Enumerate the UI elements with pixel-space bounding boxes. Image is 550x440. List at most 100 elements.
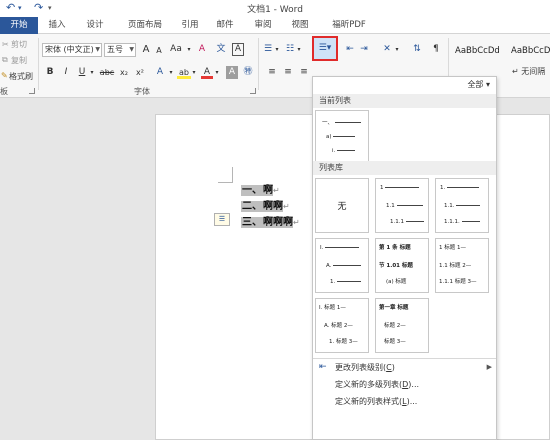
change-case-button[interactable]: Aa [168, 43, 184, 56]
chevron-down-icon[interactable]: ▾ [274, 43, 280, 56]
style-no-spacing-preview[interactable]: AaBbCcDd [508, 40, 550, 62]
font-size-combo[interactable]: 五号 ▼ [104, 43, 136, 57]
autocorrect-options-icon[interactable]: ☰ [214, 213, 230, 226]
copy-button[interactable]: 复制 [11, 55, 27, 66]
underline-button[interactable]: U [76, 66, 88, 79]
format-painter-icon: ✎ [1, 71, 8, 80]
thumb-number: I. 标题 1— [319, 305, 346, 311]
list-text: 啊啊啊 [263, 217, 293, 228]
thumb-row: 1.1.1. [444, 218, 480, 226]
list-text: 啊 [263, 185, 273, 196]
cut-button[interactable]: 剪切 [11, 39, 27, 50]
list-number: 二、 [241, 201, 263, 212]
tab-home[interactable]: 开始 [0, 17, 38, 34]
tab-foxit-pdf[interactable]: 福昕PDF [322, 19, 376, 34]
thumb-number: A. [326, 263, 332, 269]
list-style-heading-decimal[interactable]: 1 标题 1— 1.1 标题 2— 1.1.1 标题 3— [435, 238, 489, 293]
tab-design[interactable]: 设计 [78, 19, 112, 34]
list-item[interactable]: 二、啊啊↵ [241, 200, 290, 213]
chinese-layout-icon[interactable]: ✕ [380, 43, 394, 56]
thumb-row: I. [320, 244, 360, 252]
increase-indent-icon[interactable]: ⇥ [358, 43, 370, 56]
thumb-number: 第 1 条 标题 [379, 245, 411, 251]
sort-icon[interactable]: ⇅ [410, 43, 424, 56]
current-list-thumbnail[interactable]: 一、 a) i. [315, 110, 369, 165]
font-family-combo[interactable]: 宋体 (中文正) ▼ [42, 43, 102, 57]
align-right-icon[interactable]: ≡ [298, 66, 310, 79]
chevron-down-icon[interactable]: ▾ [186, 43, 192, 56]
bullets-icon[interactable]: ☰ [262, 43, 274, 56]
chevron-down-icon[interactable]: ▾ [394, 43, 400, 56]
change-list-level-item[interactable]: ⇤ 更改列表级别(C) ▶ [313, 359, 496, 376]
tab-page-layout[interactable]: 页面布局 [118, 19, 172, 34]
font-color-button[interactable]: A [201, 66, 213, 79]
group-divider [38, 38, 39, 90]
tab-mailings[interactable]: 邮件 [210, 19, 240, 34]
character-shading-button[interactable]: A [226, 66, 238, 79]
chevron-down-icon[interactable]: ▾ [214, 66, 220, 79]
menu-label: 更改列表级别( [335, 363, 387, 372]
paragraph-mark: ↵ [273, 186, 280, 195]
text-effects-button[interactable]: A [154, 66, 166, 79]
list-style-none[interactable]: 无 [315, 178, 369, 233]
paragraph-mark: ↵ [293, 218, 300, 227]
bold-button[interactable]: B [44, 66, 56, 79]
thumb-number: 1. [330, 279, 336, 285]
tab-review[interactable]: 审阅 [248, 19, 278, 34]
shrink-font-button[interactable]: A [154, 44, 164, 57]
list-style-heading-roman[interactable]: I. 标题 1— A. 标题 2— 1. 标题 3— [315, 298, 369, 353]
tab-insert[interactable]: 插入 [40, 19, 74, 34]
tab-view[interactable]: 视图 [285, 19, 315, 34]
thumb-row: 1 标题 1— [439, 244, 466, 252]
thumb-number: 1.1 标题 2— [439, 263, 472, 269]
list-style-chapter[interactable]: 第一章 标题 标题 2— 标题 3— [375, 298, 429, 353]
decrease-indent-icon[interactable]: ⇤ [344, 43, 356, 56]
ribbon-tabs: 开始 插入 设计 页面布局 引用 邮件 审阅 视图 福昕PDF [0, 17, 550, 34]
font-launcher-icon[interactable] [250, 88, 256, 94]
thumb-number: i. [332, 148, 336, 154]
chevron-down-icon[interactable]: ▾ [191, 66, 197, 79]
list-item[interactable]: 一、啊↵ [241, 184, 280, 197]
list-style-article-section[interactable]: 第 1 条 标题 节 1.01 标题 (a) 标题 [375, 238, 429, 293]
tab-references[interactable]: 引用 [175, 19, 205, 34]
list-style-roman[interactable]: I. A. 1. [315, 238, 369, 293]
thumb-number: A. 标题 2— [324, 323, 353, 329]
list-item[interactable]: 三、啊啊啊↵ [241, 216, 300, 229]
define-list-style-item[interactable]: 定义新的列表样式(L)... [313, 393, 496, 410]
clear-formatting-button[interactable]: A [195, 43, 209, 56]
show-formatting-icon[interactable]: ¶ [430, 43, 442, 56]
define-multilevel-list-item[interactable]: 定义新的多级列表(D)... [313, 376, 496, 393]
clipboard-launcher-icon[interactable] [29, 88, 35, 94]
phonetic-guide-button[interactable]: 文 [214, 43, 228, 56]
multilevel-list-button[interactable]: ☰▾ [312, 36, 338, 61]
clipboard-group-label: 板 [0, 87, 8, 96]
numbering-icon[interactable]: ☷ [284, 43, 296, 56]
thumb-number: a) [326, 134, 332, 140]
superscript-button[interactable]: x² [133, 66, 147, 79]
menu-tail: )... [408, 380, 420, 389]
thumb-row: 标题 2— [384, 322, 406, 330]
thumb-number: 节 1.01 标题 [379, 263, 413, 269]
format-painter-button[interactable]: 格式刷 [9, 71, 33, 82]
thumb-number: 1.1 [386, 203, 395, 209]
style-normal[interactable]: AaBbCcDd [452, 40, 508, 62]
highlight-color-button[interactable]: ab [177, 66, 191, 79]
chevron-down-icon[interactable]: ▾ [168, 66, 174, 79]
list-style-decimal-outline[interactable]: 1 1.1 1.1.1 [375, 178, 429, 233]
gallery-filter-dropdown[interactable]: 全部 ▾ [467, 79, 490, 90]
font-size-value: 五号 [107, 45, 123, 54]
character-border-button[interactable]: A [232, 43, 244, 56]
align-left-icon[interactable]: ≡ [266, 66, 278, 79]
chevron-down-icon[interactable]: ▾ [296, 43, 302, 56]
thumb-number: 1 [380, 185, 384, 191]
chevron-down-icon[interactable]: ▾ [89, 66, 95, 79]
filter-label: 全部 [467, 80, 484, 89]
thumb-row: 一、 [322, 119, 361, 127]
italic-button[interactable]: I [60, 66, 72, 79]
list-style-decimal-dotted[interactable]: 1. 1.1. 1.1.1. [435, 178, 489, 233]
strikethrough-button[interactable]: abc [98, 66, 116, 79]
grow-font-button[interactable]: A [140, 43, 152, 56]
align-center-icon[interactable]: ≡ [282, 66, 294, 79]
subscript-button[interactable]: x₂ [117, 66, 131, 79]
enclose-characters-icon[interactable]: ㊕ [242, 66, 254, 79]
